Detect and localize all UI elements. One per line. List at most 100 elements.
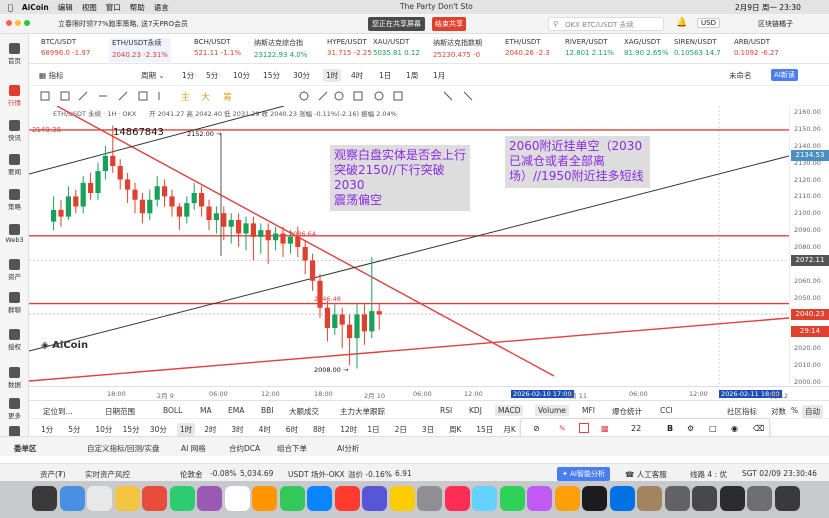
stop-share-button[interactable]: 结束共享	[432, 17, 466, 31]
timeframe-10[interactable]: 8时	[313, 424, 325, 435]
apple-icon[interactable]: 	[8, 3, 13, 12]
dock-app-icon[interactable]	[527, 486, 552, 511]
sidebar-item-4[interactable]: 策略	[0, 189, 29, 213]
tab-dca[interactable]: 合约DCA	[229, 443, 260, 454]
tf-15m[interactable]: 15分	[263, 70, 280, 81]
dock-app-icon[interactable]	[472, 486, 497, 511]
ind-liquidation[interactable]: 爆仓统计	[612, 406, 642, 417]
ind-boll[interactable]: BOLL	[163, 406, 182, 415]
ind-bbi[interactable]: BBI	[261, 406, 274, 415]
clear-icon[interactable]: ⊘	[533, 424, 540, 433]
timeframe-11[interactable]: 12时	[340, 424, 357, 435]
search-input[interactable]: OKX BTC/USDT 永续	[565, 20, 634, 30]
sidebar-item-1[interactable]: 行情	[0, 85, 29, 109]
dock-app-icon[interactable]	[32, 486, 57, 511]
sidebar-item-0[interactable]: 首页	[0, 43, 29, 67]
pencil-icon[interactable]: ✎	[559, 424, 566, 433]
dock-app-icon[interactable]	[114, 486, 140, 511]
tab-order-zone[interactable]: 委单区	[14, 443, 37, 454]
timeframe-12[interactable]: 1日	[367, 424, 379, 435]
menu-help[interactable]: 帮助	[130, 2, 145, 13]
date-range-button[interactable]: 日期范围	[105, 406, 135, 417]
analysis-note-1[interactable]: 观察白盘实体是否会上行突破2150//下行突破2030 震荡偏空	[330, 145, 470, 211]
percent-toggle[interactable]: %	[791, 406, 798, 415]
sidebar-item-10[interactable]: 更多	[0, 398, 29, 422]
fill-icon[interactable]: ▩	[601, 424, 609, 433]
layout-name[interactable]: 未命名	[729, 70, 752, 81]
search-box[interactable]: ⚲ OKX BTC/USDT 永续	[548, 17, 664, 31]
time-axis[interactable]: 18:00 2月 9 06:00 12:00 18:00 2月 10 06:00 12:00 2…	[29, 386, 829, 400]
dock-app-icon[interactable]	[334, 486, 360, 511]
ticker-item[interactable]: RIVER/USDT 12.801 2.11%	[565, 38, 614, 62]
timeframe-13[interactable]: 2日	[395, 424, 407, 435]
gold-label[interactable]: 伦敦金	[180, 469, 203, 480]
menu-language[interactable]: 语言	[154, 2, 169, 13]
promo-banner[interactable]: 立春限时领77%跑率策略, 送7天PRO会员	[58, 19, 188, 29]
tf-10m[interactable]: 10分	[233, 70, 250, 81]
ind-ema[interactable]: EMA	[228, 406, 244, 415]
line-status[interactable]: 线路 4 : 优	[690, 469, 727, 480]
ticker-item[interactable]: XAG/USDT 81.90 2.65%	[624, 38, 669, 62]
tab-ai-analysis[interactable]: AI分析	[337, 443, 359, 454]
timeframe-5[interactable]: 1时	[177, 423, 196, 436]
auto-toggle[interactable]: 自动	[802, 405, 823, 418]
community-indicators[interactable]: 社区指标	[727, 406, 757, 417]
goto-button[interactable]: 定位到...	[43, 406, 73, 417]
dock-app-icon[interactable]	[692, 486, 717, 511]
price-chart[interactable]: ETH/USDT 永续 · 1H · OKX 开 2041.27 高 2042.…	[29, 106, 789, 386]
timeframe-7[interactable]: 3时	[231, 424, 243, 435]
period-button[interactable]: 周期 ⌄	[141, 70, 165, 81]
ind-kdj[interactable]: KDJ	[469, 406, 482, 415]
dock-app-icon[interactable]	[142, 486, 167, 511]
minimize-window-icon[interactable]	[15, 20, 21, 26]
tf-30m[interactable]: 30分	[293, 70, 310, 81]
user-name[interactable]: 区块链橘子	[758, 19, 793, 29]
ind-mfi[interactable]: MFI	[582, 406, 595, 415]
dock-app-icon[interactable]	[747, 486, 772, 511]
dock-app-icon[interactable]	[499, 486, 525, 511]
sidebar-item-2[interactable]: 快讯	[0, 120, 29, 144]
ticker-item[interactable]: HYPE/USDT 31.715 -2.25	[327, 38, 372, 62]
timeframe-8[interactable]: 4时	[259, 424, 271, 435]
risk-control[interactable]: 实时资产风控	[85, 469, 130, 480]
timeframe-9[interactable]: 6时	[286, 424, 298, 435]
app-menu[interactable]: AiCoin	[22, 3, 49, 12]
price-axis[interactable]: 2160.00 2150.00 2140.00 2130.00 2120.00 2110.…	[789, 106, 829, 386]
ticker-item[interactable]: SIREN/USDT 0.10563 14.7	[674, 38, 721, 62]
tf-1w[interactable]: 1周	[406, 70, 418, 81]
dock-app-icon[interactable]	[774, 486, 800, 511]
log-scale-toggle[interactable]: 对数	[771, 406, 786, 417]
tab-combo-order[interactable]: 组合下单	[277, 443, 307, 454]
dock-app-icon[interactable]	[609, 486, 635, 511]
ticker-item[interactable]: BTC/USDT 68996.0 -1.97	[41, 38, 90, 62]
ind-cci[interactable]: CCI	[660, 406, 673, 415]
dock-app-icon[interactable]	[224, 486, 250, 511]
bell-icon[interactable]: 🔔	[676, 18, 687, 28]
ind-main-orders[interactable]: 主力大单跟踪	[340, 406, 385, 417]
trash-icon[interactable]: ⌫	[753, 424, 764, 433]
tf-1h[interactable]: 1时	[323, 69, 342, 82]
sidebar-item-8[interactable]: 授权	[0, 329, 29, 353]
dock-app-icon[interactable]	[637, 486, 662, 511]
timeframe-2[interactable]: 10分	[95, 424, 112, 435]
dock-app-icon[interactable]	[362, 486, 387, 511]
ind-ma[interactable]: MA	[200, 406, 212, 415]
asset-label[interactable]: 资产(₮)	[40, 469, 66, 480]
ticker-item[interactable]: ETH/USDT永续 2040.23 -2.31%	[109, 38, 171, 62]
ticker-item[interactable]: ARB/USDT 0.1092 -6.27	[734, 38, 779, 62]
ind-volume[interactable]: Volume	[535, 405, 569, 416]
ticker-item[interactable]: BCH/USDT 521.11 -1.1%	[194, 38, 241, 62]
tab-custom-indicators[interactable]: 自定义指标/回测/实盘	[87, 443, 160, 454]
settings-icon[interactable]: ⚙	[687, 424, 694, 433]
timeframe-14[interactable]: 3日	[422, 424, 434, 435]
dock-app-icon[interactable]	[582, 486, 607, 511]
dock-app-icon[interactable]	[279, 486, 305, 511]
dock-app-icon[interactable]	[719, 486, 745, 511]
dock-app-icon[interactable]	[444, 486, 470, 511]
ind-macd[interactable]: MACD	[495, 405, 524, 416]
tf-4h[interactable]: 4时	[351, 70, 363, 81]
now-playing[interactable]: The Party Don't Sto	[400, 2, 473, 11]
menu-window[interactable]: 窗口	[106, 2, 121, 13]
ticker-item[interactable]: XAU/USDT 5035.81 0.12	[373, 38, 420, 62]
ticker-item[interactable]: 纳斯达克综合指 23122.93 4.0%	[254, 38, 307, 62]
